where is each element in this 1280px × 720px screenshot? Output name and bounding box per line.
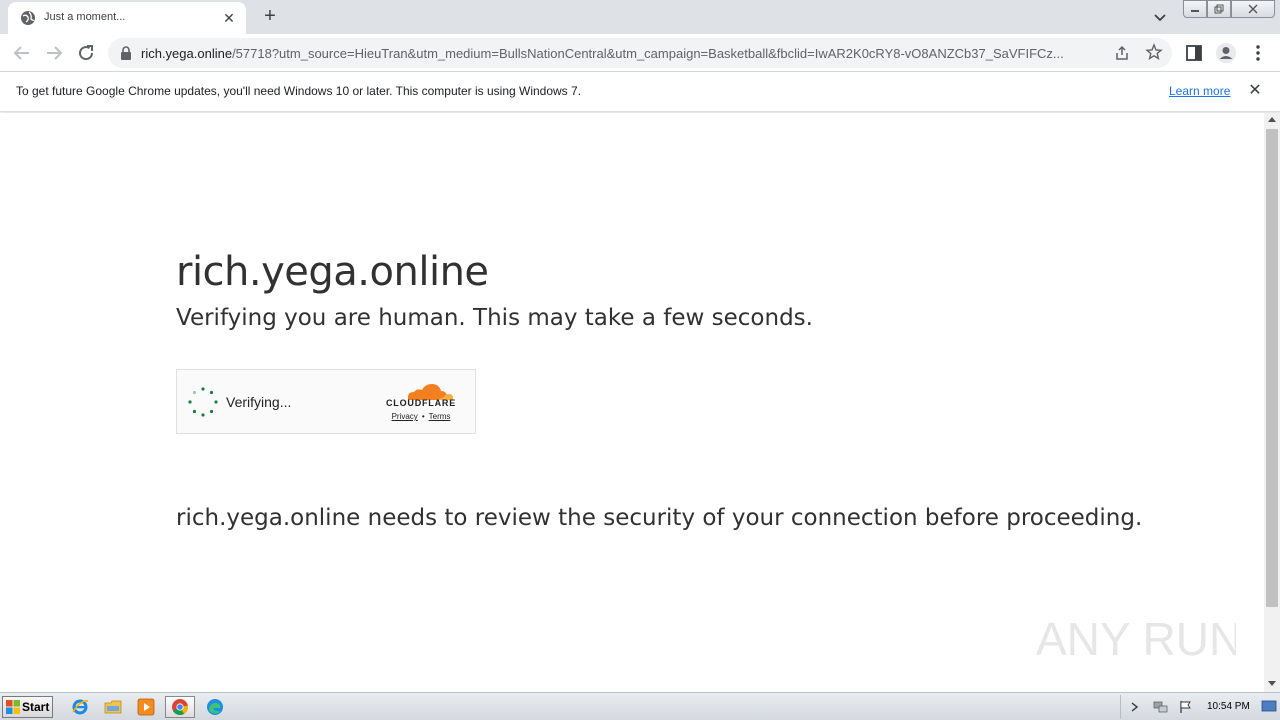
network-icon[interactable] [1153,700,1169,714]
url-host: rich.yega.online [141,46,233,61]
close-icon[interactable]: ✕ [1246,82,1264,100]
start-button[interactable]: Start [2,696,53,718]
vertical-scrollbar[interactable] [1264,113,1280,692]
reload-icon[interactable] [74,41,98,65]
clock[interactable]: 10:54 PM [1207,701,1250,712]
anyrun-watermark: ANY RUN [1036,613,1236,665]
update-infobar: To get future Google Chrome updates, you… [0,72,1280,112]
taskbar: Start 10:54 PM [0,692,1280,720]
cloudflare-wordmark: CLOUDFLARE [386,398,456,408]
url-path: /57718?utm_source=HieuTran&utm_medium=Bu… [232,46,1064,61]
tab-title: Just a moment... [44,11,126,23]
plus-icon[interactable]: + [258,5,282,29]
scroll-up-arrow[interactable] [1268,117,1276,122]
privacy-link[interactable]: Privacy [392,412,418,421]
chrome-icon[interactable] [165,696,195,718]
watermark-text: ANY RUN [1036,613,1236,665]
page-content: rich.yega.online Verifying you are human… [0,113,1264,692]
media-player-icon[interactable] [134,696,158,718]
spinner-icon [188,387,218,417]
infobar-message: To get future Google Chrome updates, you… [16,84,582,98]
restore-button[interactable] [1207,0,1231,18]
chevron-down-icon[interactable] [1150,7,1170,27]
verifying-label: Verifying... [226,394,292,410]
back-icon[interactable] [10,41,34,65]
lock-icon[interactable] [120,46,132,60]
show-desktop-icon[interactable] [1261,699,1277,713]
system-tray: 10:54 PM [1120,695,1280,719]
security-message: rich.yega.online needs to review the sec… [176,505,1143,531]
terms-link[interactable]: Terms [429,412,451,421]
url-text[interactable]: rich.yega.online/57718?utm_source=HieuTr… [141,46,1111,61]
action-center-flag-icon[interactable] [1178,700,1194,714]
links-separator: • [421,412,425,421]
explorer-icon[interactable] [101,696,125,718]
edge-icon[interactable] [203,696,227,718]
tab-strip: Just a moment... ✕ + [0,0,1280,34]
globe-icon [21,11,35,25]
screen: Just a moment... ✕ + rich.yega.online/57… [0,0,1280,720]
scroll-down-arrow[interactable] [1268,681,1276,686]
profile-icon[interactable] [1215,42,1237,64]
toolbar: rich.yega.online/57718?utm_source=HieuTr… [0,34,1280,72]
widget-links: Privacy • Terms [381,412,461,421]
close-icon[interactable]: ✕ [220,9,238,27]
tray-arrow-icon[interactable] [1127,700,1143,714]
cloudflare-challenge-widget[interactable]: Verifying... CLOUDFLARE Privacy • Terms [176,369,476,434]
verify-subtitle: Verifying you are human. This may take a… [176,305,813,331]
star-icon[interactable] [1145,43,1163,61]
learn-more-link[interactable]: Learn more [1169,84,1230,98]
windows-logo-icon [6,700,20,714]
share-icon[interactable] [1113,44,1131,62]
page-title: rich.yega.online [176,249,489,295]
address-bar[interactable]: rich.yega.online/57718?utm_source=HieuTr… [108,38,1172,68]
side-panel-icon[interactable] [1184,43,1204,63]
minimize-button[interactable] [1183,0,1207,18]
ie-icon[interactable] [68,696,92,718]
window-close-button[interactable] [1231,0,1275,18]
forward-icon[interactable] [42,41,66,65]
more-icon[interactable] [1248,43,1268,63]
tab-active[interactable]: Just a moment... ✕ [8,2,246,34]
start-label: Start [22,700,50,714]
scroll-thumb[interactable] [1266,129,1278,607]
